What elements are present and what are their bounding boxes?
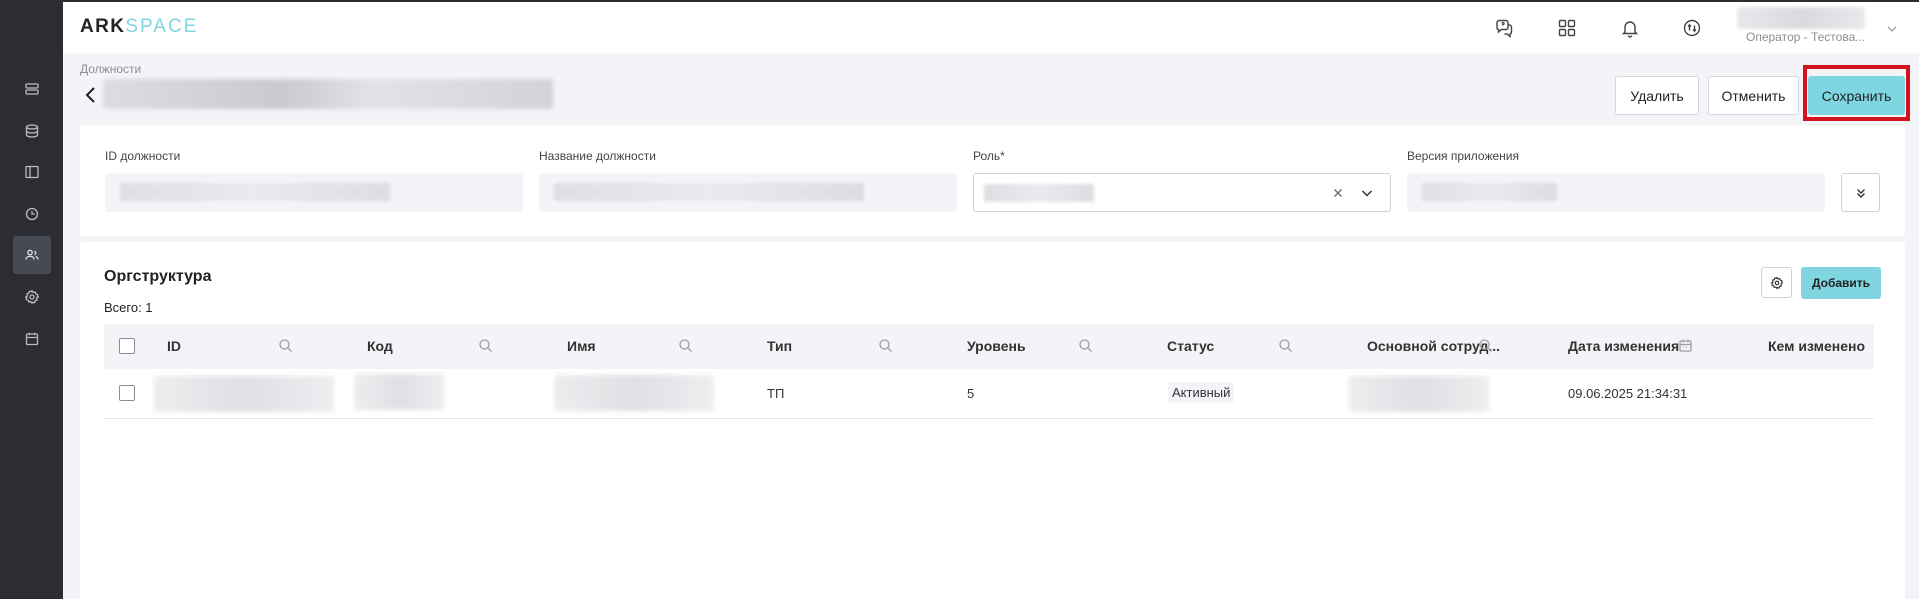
total-count: Всего: 1	[104, 300, 153, 315]
row-level: 5	[967, 386, 975, 401]
sidebar-item-calendar[interactable]	[13, 320, 51, 358]
row-changed-date: 09.06.2025 21:34:31	[1568, 386, 1688, 401]
user-name[interactable]	[1737, 7, 1865, 29]
search-icon[interactable]	[478, 338, 493, 353]
version-field[interactable]	[1407, 173, 1825, 212]
delete-button[interactable]: Удалить	[1615, 76, 1699, 115]
version-label: Версия приложения	[1407, 149, 1519, 163]
layout-icon	[25, 165, 39, 179]
calendar-icon[interactable]	[1678, 338, 1693, 353]
breadcrumb[interactable]: Должности	[80, 62, 141, 76]
sidebar	[0, 0, 63, 599]
column-header-changed-by[interactable]: Кем изменено	[1768, 338, 1865, 354]
bell-icon[interactable]	[1618, 16, 1642, 40]
expand-button[interactable]	[1841, 173, 1880, 212]
database-icon	[25, 124, 39, 138]
apps-grid-icon[interactable]	[1555, 16, 1579, 40]
orgstructure-section: Оргструктура Всего: 1 Добавить ID Код Им…	[80, 242, 1905, 599]
chevron-down-icon[interactable]	[1360, 186, 1374, 200]
status-badge: Активный	[1168, 382, 1235, 403]
user-role[interactable]: Оператор - Тестова...	[1746, 30, 1865, 44]
cancel-button[interactable]: Отменить	[1708, 76, 1799, 115]
page-title	[103, 79, 553, 109]
search-icon[interactable]	[678, 338, 693, 353]
column-header-status[interactable]: Статус	[1167, 338, 1214, 354]
calendar-icon	[25, 332, 39, 346]
row-checkbox[interactable]	[119, 385, 135, 401]
sidebar-item-list[interactable]	[13, 70, 51, 108]
row-code	[354, 374, 444, 410]
row-name	[554, 375, 714, 411]
gear-icon	[1770, 276, 1783, 289]
logo: ARKSPACE	[80, 16, 199, 37]
table-settings-button[interactable]	[1761, 267, 1792, 298]
clear-icon[interactable]	[1331, 186, 1345, 200]
chevron-down-icon[interactable]	[1885, 22, 1899, 36]
sidebar-item-settings[interactable]	[13, 278, 51, 316]
sidebar-item-layout[interactable]	[13, 153, 51, 191]
list-icon	[25, 83, 39, 95]
column-header-name[interactable]: Имя	[567, 338, 596, 354]
table-row[interactable]: ТП 5 Активный 09.06.2025 21:34:31	[104, 369, 1874, 419]
section-title: Оргструктура	[104, 268, 212, 285]
sidebar-item-database[interactable]	[13, 112, 51, 150]
table-header: ID Код Имя Тип Уровень Статус Основной с…	[104, 324, 1874, 369]
column-header-code[interactable]: Код	[367, 338, 393, 354]
role-label: Роль*	[973, 149, 1005, 163]
search-icon[interactable]	[1478, 338, 1493, 353]
back-arrow-icon[interactable]	[83, 85, 99, 105]
sidebar-item-users[interactable]	[13, 236, 51, 274]
search-icon[interactable]	[878, 338, 893, 353]
save-button-highlight	[1803, 65, 1910, 121]
role-select[interactable]	[973, 173, 1391, 212]
column-header-changed-date[interactable]: Дата изменения	[1568, 338, 1679, 354]
column-header-id[interactable]: ID	[167, 338, 181, 354]
name-field[interactable]	[539, 173, 957, 212]
row-main-employee	[1349, 376, 1489, 412]
row-id	[154, 376, 334, 412]
top-header: ARKSPACE Оператор - Тестова...	[63, 0, 1919, 53]
clock-icon	[25, 207, 39, 221]
position-form: ID должности Название должности Роль* Ве…	[80, 125, 1905, 236]
search-icon[interactable]	[1078, 338, 1093, 353]
search-icon[interactable]	[278, 338, 293, 353]
id-field[interactable]	[105, 173, 523, 212]
row-type: ТП	[767, 386, 785, 401]
sidebar-item-clock[interactable]	[13, 195, 51, 233]
select-all-checkbox[interactable]	[119, 338, 135, 354]
double-chevron-down-icon	[1856, 188, 1865, 198]
support-chat-icon[interactable]	[1492, 16, 1516, 40]
id-label: ID должности	[105, 149, 181, 163]
add-button[interactable]: Добавить	[1801, 267, 1881, 299]
column-header-type[interactable]: Тип	[767, 338, 792, 354]
gear-icon	[24, 289, 40, 305]
sync-icon[interactable]	[1680, 16, 1704, 40]
search-icon[interactable]	[1278, 338, 1293, 353]
column-header-level[interactable]: Уровень	[967, 338, 1026, 354]
name-label: Название должности	[539, 149, 656, 163]
users-icon	[25, 249, 39, 260]
